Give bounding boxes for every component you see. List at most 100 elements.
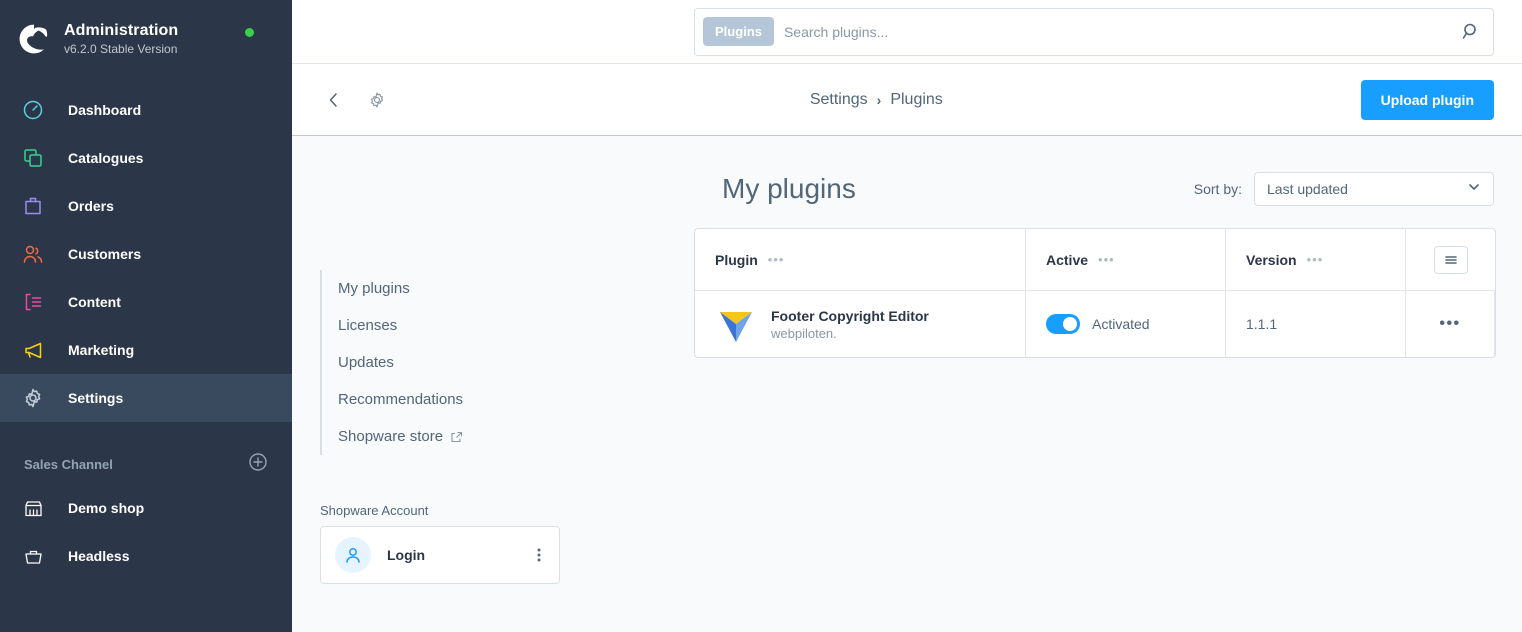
column-menu-icon[interactable]: ••• xyxy=(1098,252,1115,267)
plugin-side-menu: My plugins Licenses Updates Recommendati… xyxy=(320,270,694,455)
page-head-inner: My plugins Sort by: Last updated xyxy=(722,172,1494,206)
main-nav: Dashboard Catalogues Orders Customers Co… xyxy=(0,86,292,422)
sidebar-item-label: Marketing xyxy=(68,342,135,358)
side-menu-item-label: Licenses xyxy=(338,317,398,334)
breadcrumb: Settings › Plugins xyxy=(392,91,1361,109)
plugin-active-label: Activated xyxy=(1092,316,1150,332)
sidebar-item-content[interactable]: Content xyxy=(0,278,292,326)
table-header-version[interactable]: Version ••• xyxy=(1226,229,1406,290)
left-column: My plugins Licenses Updates Recommendati… xyxy=(320,228,694,584)
sales-channel-header: Sales Channel xyxy=(0,444,292,484)
status-dot xyxy=(245,27,254,37)
brand-header[interactable]: Administration v6.2.0 Stable Version xyxy=(0,0,292,64)
table-cell-version: 1.1.1 xyxy=(1226,291,1406,357)
upload-plugin-button[interactable]: Upload plugin xyxy=(1360,79,1494,120)
vertical-dots-icon[interactable] xyxy=(533,543,545,567)
sidebar-item-marketing[interactable]: Marketing xyxy=(0,326,292,374)
dashboard-icon xyxy=(18,99,48,121)
column-menu-icon[interactable]: ••• xyxy=(1307,252,1324,267)
table-cell-active: Activated xyxy=(1026,291,1226,357)
plugin-active-toggle[interactable] xyxy=(1046,314,1080,334)
sidebar-item-dashboard[interactable]: Dashboard xyxy=(0,86,292,134)
horizontal-dots-icon[interactable]: ••• xyxy=(1439,315,1460,333)
plugin-text: Footer Copyright Editor webpiloten. xyxy=(771,307,929,342)
sidebar-item-label: Content xyxy=(68,294,121,310)
customers-icon xyxy=(18,243,48,265)
sidebar-item-demo-shop[interactable]: Demo shop xyxy=(0,484,292,532)
side-menu-item-my-plugins[interactable]: My plugins xyxy=(338,270,694,307)
sales-channel-title: Sales Channel xyxy=(24,456,113,472)
plugin-logo-icon xyxy=(715,303,757,345)
page-title: My plugins xyxy=(722,173,856,204)
search-bar-region: Plugins xyxy=(292,0,1522,64)
gear-icon[interactable] xyxy=(362,85,392,115)
toggle-knob xyxy=(1063,317,1077,331)
plugin-author: webpiloten. xyxy=(771,325,837,341)
sidebar-item-label: Orders xyxy=(68,198,114,214)
app-root: Administration v6.2.0 Stable Version Das… xyxy=(0,0,1522,632)
sidebar-item-catalogues[interactable]: Catalogues xyxy=(0,134,292,182)
search-scope-tag[interactable]: Plugins xyxy=(703,17,774,46)
content-area: My plugins Sort by: Last updated My plug… xyxy=(292,136,1522,632)
breadcrumb-item-plugins[interactable]: Plugins xyxy=(890,91,942,109)
column-settings-icon[interactable] xyxy=(1433,245,1468,274)
main-area: Plugins Search plugins... Settings › Plu… xyxy=(292,0,1522,632)
page-head: My plugins Sort by: Last updated xyxy=(292,136,1522,206)
breadcrumb-item-settings[interactable]: Settings xyxy=(810,91,868,109)
basket-icon xyxy=(18,546,48,567)
side-menu-item-shopware-store[interactable]: Shopware store xyxy=(338,418,694,455)
orders-icon xyxy=(18,195,48,217)
storefront-icon xyxy=(18,498,48,519)
sidebar-item-label: Demo shop xyxy=(68,500,145,516)
body-columns: My plugins Licenses Updates Recommendati… xyxy=(292,228,1522,584)
sort-by-label: Sort by: xyxy=(1193,181,1242,197)
search-icon[interactable] xyxy=(1457,22,1485,41)
side-menu-item-recommendations[interactable]: Recommendations xyxy=(338,381,694,418)
side-menu-item-label: Recommendations xyxy=(338,391,464,408)
table-header-plugin[interactable]: Plugin ••• xyxy=(695,229,1026,290)
table-cell-plugin: Footer Copyright Editor webpiloten. xyxy=(695,291,1026,357)
side-menu-item-updates[interactable]: Updates xyxy=(338,344,694,381)
column-label: Active xyxy=(1046,251,1089,268)
user-icon xyxy=(335,537,371,573)
search-input[interactable] xyxy=(783,23,1457,40)
sidebar: Administration v6.2.0 Stable Version Das… xyxy=(0,0,292,632)
chevron-left-icon[interactable] xyxy=(320,86,348,114)
marketing-icon xyxy=(18,339,48,361)
column-label: Plugin xyxy=(715,251,758,268)
shopware-account-card[interactable]: Login xyxy=(320,526,560,584)
table-header-actions xyxy=(1406,229,1495,290)
brand-version: v6.2.0 Stable Version xyxy=(64,42,178,56)
smart-bar: Settings › Plugins Upload plugin xyxy=(292,64,1522,136)
table-row[interactable]: Footer Copyright Editor webpiloten. Acti… xyxy=(695,291,1495,357)
side-menu-item-licenses[interactable]: Licenses xyxy=(338,307,694,344)
column-menu-icon[interactable]: ••• xyxy=(768,252,785,267)
catalogues-icon xyxy=(18,147,48,169)
brand-title: Administration xyxy=(64,22,179,39)
column-label: Version xyxy=(1246,251,1297,268)
sidebar-item-label: Dashboard xyxy=(68,102,142,118)
table-header-row: Plugin ••• Active ••• Version ••• xyxy=(695,229,1495,291)
brand-text: Administration v6.2.0 Stable Version xyxy=(64,21,245,57)
table-header-active[interactable]: Active ••• xyxy=(1026,229,1226,290)
right-column: Plugin ••• Active ••• Version ••• Footer… xyxy=(694,228,1496,584)
sidebar-item-label: Settings xyxy=(68,390,124,406)
sidebar-item-headless[interactable]: Headless xyxy=(0,532,292,580)
shopware-account-block: Shopware Account Login xyxy=(320,503,694,584)
sidebar-item-label: Headless xyxy=(68,548,130,564)
sidebar-item-settings[interactable]: Settings xyxy=(0,374,292,422)
side-menu-item-label: Updates xyxy=(338,354,394,371)
sidebar-item-customers[interactable]: Customers xyxy=(0,230,292,278)
search-bar[interactable]: Plugins xyxy=(694,7,1494,56)
gear-icon xyxy=(18,387,48,409)
shopware-account-login-label: Login xyxy=(387,547,426,563)
content-icon xyxy=(18,291,48,313)
sidebar-item-label: Catalogues xyxy=(68,150,144,166)
plugin-version: 1.1.1 xyxy=(1246,316,1278,332)
sidebar-item-label: Customers xyxy=(68,246,142,262)
plugin-name: Footer Copyright Editor xyxy=(771,307,929,324)
sidebar-item-orders[interactable]: Orders xyxy=(0,182,292,230)
plus-circle-icon[interactable] xyxy=(248,452,268,477)
plugins-table: Plugin ••• Active ••• Version ••• Footer… xyxy=(694,228,1496,358)
sort-by-select[interactable]: Last updated xyxy=(1254,172,1494,206)
